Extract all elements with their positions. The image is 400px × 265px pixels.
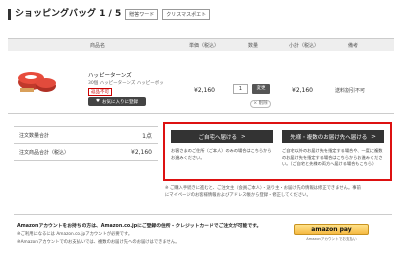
unit-price: ¥2,160 xyxy=(194,87,215,94)
summary-total-row: 注文商品合計（税込） ¥2,160 xyxy=(14,144,158,161)
page-title: ショッピングバッグ 1 / 5 xyxy=(8,8,121,20)
total-label: 注文商品合計（税込） xyxy=(19,149,70,156)
add-favorite-button[interactable]: ♥ お気に入りに登録 xyxy=(88,97,146,106)
chevron-right-icon: > xyxy=(371,133,376,140)
purchase-notes: ※ ご購入手続きに進むと、ご注文主（会員ご本人）・送り主・お届け先の情報は修正で… xyxy=(165,186,393,199)
cart-table: 商品名 単価（税込） 数量 小計（税込） 備考 ハッピーターンズ 30個 ハッピ… xyxy=(8,38,394,114)
item-note: 送料割引不可 xyxy=(335,88,366,94)
amazon-title: Amazonアカウントをお持ちの方は、Amazon.co.jpにご登録の住所・ク… xyxy=(17,224,262,229)
fav-label: お気に入りに登録 xyxy=(102,99,139,105)
amazon-pay-button[interactable]: amazon pay xyxy=(294,224,369,235)
change-button[interactable]: 変更 xyxy=(252,84,270,94)
product-name[interactable]: ハッピーターンズ xyxy=(88,71,132,79)
table-row: ハッピーターンズ 30個 ハッピーターンズ ハッピーボッ 返品不可 ♥ お気に入… xyxy=(8,51,394,113)
col-price: 単価（税込） xyxy=(189,42,220,49)
tag-gift-word[interactable]: 贈答ワード xyxy=(125,8,159,20)
chevron-right-icon: > xyxy=(240,133,246,140)
delete-button[interactable]: × 削除 xyxy=(250,100,271,108)
product-image[interactable] xyxy=(14,60,60,98)
count-value: 1点 xyxy=(142,132,152,140)
total-value: ¥2,160 xyxy=(131,148,152,156)
order-summary: 注文数量合計 1点 注文商品合計（税込） ¥2,160 xyxy=(14,126,158,161)
amazon-note-1: ※ご利用になるには Amazon.co.jpアカウントが必要です。 xyxy=(17,232,133,237)
deliver-home-label: ご自宅へ届ける xyxy=(198,134,237,141)
table-header: 商品名 単価（税込） 数量 小計（税込） 備考 xyxy=(8,39,394,51)
deliver-other-button[interactable]: 先様・複数のお届け先へ届ける > xyxy=(282,130,384,143)
count-label: 注文数量合計 xyxy=(19,132,50,139)
amazon-pay-sub: Amazonアカウントでお支払い xyxy=(306,237,357,241)
heart-icon: ♥ xyxy=(95,99,101,104)
deliver-other-label: 先様・複数のお届け先へ届ける xyxy=(290,134,368,141)
deliver-home-desc: お客さまのご住所（ご本人）のみの場合はこちらからお進みください。 xyxy=(171,148,272,160)
col-subtotal: 小計（税込） xyxy=(289,42,320,49)
deliver-other-desc: ご自宅以外のお届け先を指定する場合や、一度に複数のお届け先を指定する場合はこちら… xyxy=(282,148,383,166)
summary-count-row: 注文数量合計 1点 xyxy=(14,127,158,144)
col-qty: 数量 xyxy=(248,42,259,49)
tag-christmas[interactable]: クリスマスポエト xyxy=(162,8,211,20)
quantity-input[interactable]: 1 xyxy=(233,84,248,94)
col-product: 商品名 xyxy=(90,42,106,49)
deliver-home-button[interactable]: ご自宅へ届ける > xyxy=(171,130,273,143)
page-header: ショッピングバッグ 1 / 5 贈答ワード クリスマスポエト xyxy=(8,6,394,22)
note-line-1: ※ ご購入手続きに進むと、ご注文主（会員ご本人）・送り主・お届け先の情報は修正で… xyxy=(165,186,361,191)
product-desc: 30個 ハッピーターンズ ハッピーボッ xyxy=(88,81,164,86)
amazon-note-2: ※Amazonアカウントでのお支払いでは、複数のお届け先へのお届けはできません。 xyxy=(17,240,180,245)
note-line-2: にマイページのお客様情報およびアドレス帳から登録・修正してください。 xyxy=(165,192,311,198)
delivery-options: ご自宅へ届ける > お客さまのご住所（ご本人）のみの場合はこちらからお進みくださ… xyxy=(163,122,392,181)
col-note: 備考 xyxy=(348,42,359,49)
subtotal: ¥2,160 xyxy=(292,87,313,94)
amazon-pay-logo: amazon pay xyxy=(311,226,352,233)
status-badge: 返品不可 xyxy=(88,88,112,96)
amazon-pay-section: Amazonアカウントをお持ちの方は、Amazon.co.jpにご登録の住所・ク… xyxy=(14,214,392,260)
